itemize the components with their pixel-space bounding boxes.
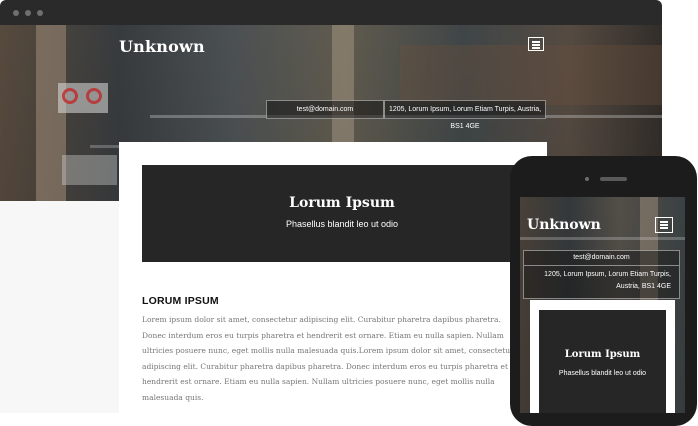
phone-screen: Unknown test@domain.com 1205, Lorum Ipsu… — [520, 197, 685, 413]
browser-titlebar — [0, 0, 662, 25]
pillar-shape — [332, 25, 354, 145]
station-sign-shape — [62, 155, 117, 185]
shopfront-shape — [400, 45, 662, 105]
hamburger-menu-icon — [660, 221, 668, 223]
feature-banner: Lorum Ipsum Phasellus blandit leo ut odi… — [142, 165, 542, 262]
phone-contact-email[interactable]: test@domain.com — [523, 250, 680, 266]
hamburger-menu-icon — [532, 47, 540, 49]
window-dot-icon[interactable] — [37, 10, 43, 16]
menu-button[interactable] — [528, 37, 544, 51]
hamburger-menu-icon — [532, 44, 540, 46]
phone-contact-address: 1205, Lorum Ipsum, Lorum Etiam Turpis, A… — [523, 266, 680, 299]
contact-bar: test@domain.com 1205, Lorum Ipsum, Lorum… — [266, 100, 546, 130]
window-dot-icon[interactable] — [13, 10, 19, 16]
page-background — [0, 201, 119, 413]
roundel-icon — [86, 88, 102, 104]
phone-feature-banner: Lorum Ipsum Phasellus blandit leo ut odi… — [539, 310, 666, 413]
phone-camera-icon — [585, 177, 589, 181]
main-content: Lorum Ipsum Phasellus blandit leo ut odi… — [119, 142, 547, 413]
roundel-icon — [62, 88, 78, 104]
contact-email[interactable]: test@domain.com — [266, 100, 384, 119]
phone-banner-title: Lorum Ipsum — [564, 349, 641, 360]
hamburger-menu-icon — [660, 224, 668, 226]
phone-site-title[interactable]: Unknown — [527, 217, 601, 233]
section-heading: LORUM IPSUM — [142, 295, 219, 307]
phone-menu-button[interactable] — [655, 217, 673, 233]
phone-speaker-icon — [600, 177, 627, 181]
section-body-text: Lorem ipsum dolor sit amet, consectetur … — [142, 315, 514, 402]
phone-banner-subtitle: Phasellus blandit leo ut odio — [558, 370, 647, 377]
phone-main-content: Lorum Ipsum Phasellus blandit leo ut odi… — [530, 300, 675, 413]
site-title[interactable]: Unknown — [119, 37, 205, 56]
window-dot-icon[interactable] — [25, 10, 31, 16]
railing-shape — [520, 237, 685, 240]
hamburger-menu-icon — [532, 41, 540, 43]
contact-address: 1205, Lorum Ipsum, Lorum Etiam Turpis, A… — [384, 100, 546, 130]
banner-title: Lorum Ipsum — [289, 195, 395, 211]
hamburger-menu-icon — [660, 227, 668, 229]
banner-subtitle: Phasellus blandit leo ut odio — [285, 219, 399, 229]
